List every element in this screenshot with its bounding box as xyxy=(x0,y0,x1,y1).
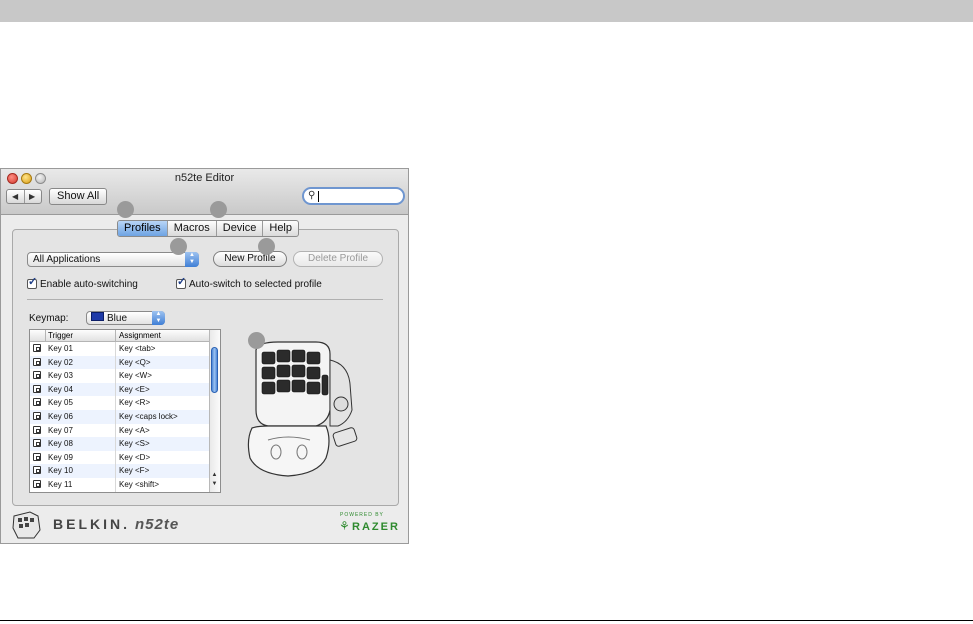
powered-by-label: POWERED BY xyxy=(340,512,384,518)
key-icon xyxy=(33,479,41,488)
application-popup-value: All Applications xyxy=(33,254,101,265)
key-icon xyxy=(33,411,41,420)
n52te-wordmark: n52te xyxy=(135,516,180,533)
razer-wordmark: RAZER xyxy=(352,521,400,533)
key-icon xyxy=(33,466,41,475)
tab-profiles[interactable]: Profiles xyxy=(118,221,168,236)
column-header-assignment[interactable]: Assignment xyxy=(119,330,161,341)
checkbox-checked-icon xyxy=(176,276,186,289)
table-scrollbar[interactable]: ▲ ▼ xyxy=(209,330,220,492)
table-body: Key 01 Key <tab> Key 02 Key <Q> Key 03 Key … xyxy=(30,342,210,492)
branding-footer: BELKIN. n52te POWERED BY ⚘ RAZER xyxy=(0,508,407,542)
tab-device[interactable]: Device xyxy=(217,221,264,236)
belkin-wordmark: BELKIN. xyxy=(53,516,130,532)
table-row[interactable]: Key 04 Key <E> xyxy=(30,382,210,397)
scroll-up-arrow-icon[interactable]: ▲ xyxy=(210,472,219,478)
table-header: Trigger Assignment xyxy=(30,330,210,342)
title-bar: n52te Editor ◀ ▶ Show All ⚲ xyxy=(1,169,408,215)
search-icon: ⚲ xyxy=(308,190,316,201)
back-forward-buttons[interactable]: ◀ ▶ xyxy=(6,189,42,204)
table-row[interactable]: Key 10 Key <F> xyxy=(30,464,210,478)
table-row[interactable]: Key 08 Key <S> xyxy=(30,437,210,451)
table-row[interactable]: Key 05 Key <R> xyxy=(30,396,210,410)
tab-bar: Profiles Macros Device Help xyxy=(117,220,299,237)
callout-marker xyxy=(117,201,134,218)
keymap-color-swatch xyxy=(91,312,104,321)
application-popup[interactable]: All Applications ▲ ▼ xyxy=(27,252,199,267)
callout-marker xyxy=(210,201,227,218)
enable-auto-switching-checkbox[interactable]: Enable auto-switching xyxy=(27,276,138,291)
callout-marker xyxy=(258,238,275,255)
forward-arrow-icon[interactable]: ▶ xyxy=(29,192,35,201)
delete-profile-button[interactable]: Delete Profile xyxy=(293,251,383,267)
auto-switch-selected-checkbox[interactable]: Auto-switch to selected profile xyxy=(176,276,322,291)
keymap-label: Keymap: xyxy=(29,313,69,324)
new-profile-button[interactable]: New Profile xyxy=(213,251,287,267)
keymap-popup[interactable]: Blue ▲ ▼ xyxy=(86,311,165,325)
tab-help[interactable]: Help xyxy=(263,221,298,236)
key-icon xyxy=(33,452,41,461)
key-icon xyxy=(33,344,41,352)
column-header-trigger[interactable]: Trigger xyxy=(48,330,73,341)
n52te-device-illustration xyxy=(247,341,358,477)
table-row[interactable]: Key 02 Key <Q> xyxy=(30,355,210,370)
callout-marker xyxy=(170,238,187,255)
razer-snake-icon: ⚘ xyxy=(339,519,350,533)
window-title: n52te Editor xyxy=(174,172,235,184)
table-row[interactable]: Key 03 Key <W> xyxy=(30,369,210,383)
table-row[interactable]: Key 06 Key <caps lock> xyxy=(30,409,210,424)
section-divider xyxy=(27,299,383,300)
keypad-logo-icon xyxy=(12,511,41,539)
bottom-rule xyxy=(0,620,973,621)
key-icon xyxy=(33,357,41,366)
scroll-down-arrow-icon[interactable]: ▼ xyxy=(210,481,219,487)
table-row[interactable]: Key 09 Key <D> xyxy=(30,450,210,465)
key-icon xyxy=(33,384,41,393)
table-row[interactable]: Key 07 Key <A> xyxy=(30,423,210,438)
show-all-button[interactable]: Show All xyxy=(49,188,108,205)
scrollbar-thumb[interactable] xyxy=(211,347,218,393)
callout-marker xyxy=(248,332,265,349)
key-icon xyxy=(33,425,41,434)
back-arrow-icon[interactable]: ◀ xyxy=(12,192,18,201)
table-row[interactable]: Key 01 Key <tab> xyxy=(30,342,210,356)
table-row[interactable]: Key 11 Key <shift> xyxy=(30,477,210,492)
key-icon xyxy=(33,398,41,407)
top-bar xyxy=(0,0,973,22)
search-input[interactable]: ⚲ xyxy=(302,187,405,205)
key-icon xyxy=(33,371,41,380)
checkbox-checked-icon xyxy=(27,276,37,289)
key-assignment-table[interactable]: Trigger Assignment Key 01 Key <tab> Key 0… xyxy=(29,329,221,493)
popup-arrows-icon: ▲ ▼ xyxy=(185,252,199,267)
key-icon xyxy=(33,439,41,448)
text-caret xyxy=(318,191,319,202)
tab-macros[interactable]: Macros xyxy=(168,221,217,236)
popup-arrows-icon: ▲ ▼ xyxy=(152,311,165,325)
